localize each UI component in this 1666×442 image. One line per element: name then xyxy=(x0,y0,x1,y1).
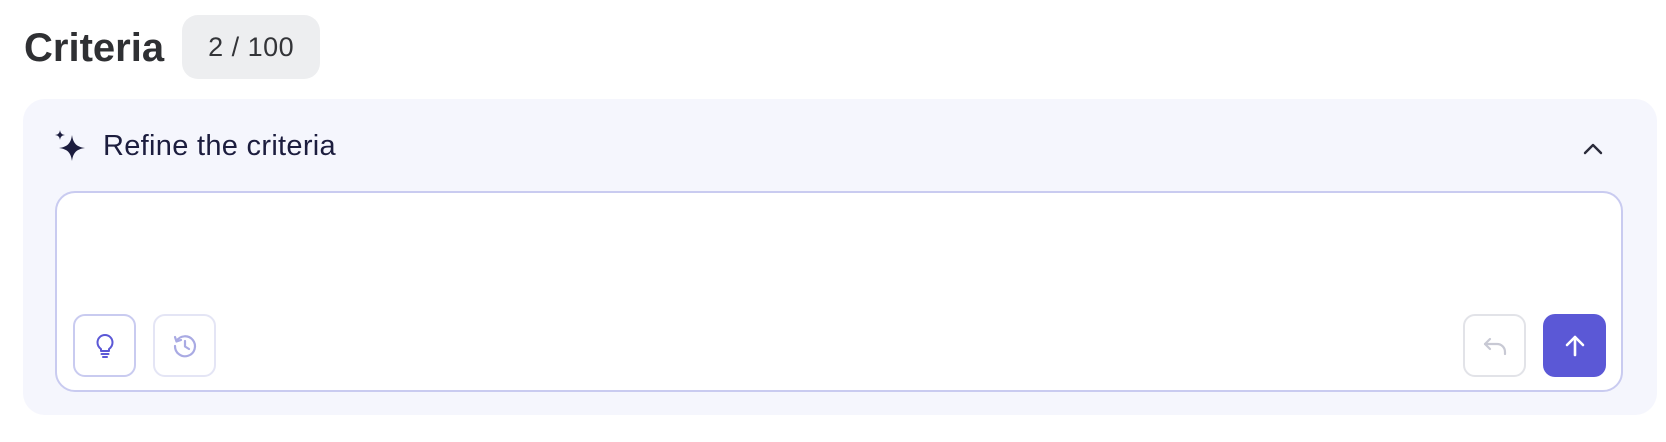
history-icon xyxy=(171,332,199,360)
refine-panel-title: Refine the criteria xyxy=(103,129,336,162)
arrow-up-icon xyxy=(1562,333,1588,359)
sparkle-icon xyxy=(53,129,87,163)
refine-input-box xyxy=(55,191,1623,392)
page-title: Criteria xyxy=(24,26,165,70)
lightbulb-icon xyxy=(93,332,117,360)
history-button[interactable] xyxy=(153,314,216,377)
collapse-panel-button[interactable] xyxy=(1575,131,1611,167)
refine-panel-header: Refine the criteria xyxy=(53,129,336,163)
undo-button[interactable] xyxy=(1463,314,1526,377)
refine-criteria-input[interactable] xyxy=(75,207,1603,307)
criteria-header: Criteria 2 / 100 xyxy=(24,15,321,79)
undo-icon xyxy=(1481,334,1509,358)
refine-criteria-panel: Refine the criteria xyxy=(23,99,1657,415)
ideas-button[interactable] xyxy=(73,314,136,377)
chevron-up-icon xyxy=(1582,142,1604,156)
criteria-count-badge: 2 / 100 xyxy=(182,15,321,79)
send-button[interactable] xyxy=(1543,314,1606,377)
